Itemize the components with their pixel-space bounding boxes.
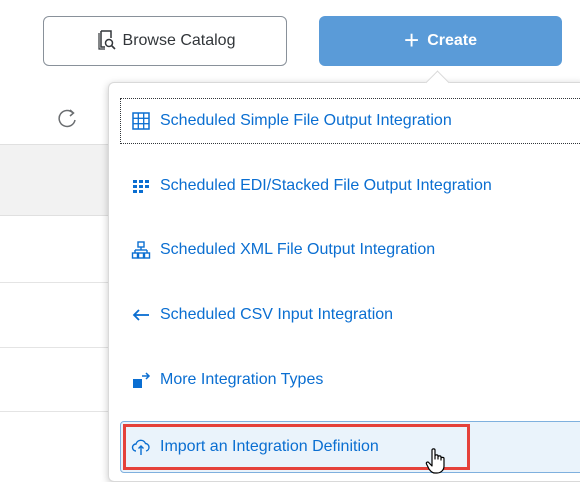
menu-item-xml-file-output[interactable]: Scheduled XML File Output Integration: [120, 227, 580, 273]
create-button[interactable]: + Create: [319, 16, 562, 66]
table-row-divider: [0, 282, 120, 283]
menu-item-label: Scheduled EDI/Stacked File Output Integr…: [160, 177, 492, 194]
menu-item-simple-file-output[interactable]: Scheduled Simple File Output Integration: [120, 98, 580, 144]
xml-hierarchy-icon: [130, 239, 152, 261]
menu-item-label: More Integration Types: [160, 371, 324, 388]
browse-catalog-button[interactable]: Browse Catalog: [43, 16, 287, 66]
menu-item-more-types[interactable]: More Integration Types: [120, 357, 580, 403]
table-row-divider: [0, 411, 120, 412]
arrow-left-icon: [130, 304, 152, 326]
catalog-search-icon: [95, 28, 117, 55]
menu-item-label: Scheduled Simple File Output Integration: [160, 112, 452, 129]
table-row-divider: [0, 347, 120, 348]
menu-item-label: Scheduled CSV Input Integration: [160, 306, 394, 323]
stacked-records-icon: [130, 175, 152, 197]
menu-item-label: Scheduled XML File Output Integration: [160, 241, 436, 258]
plus-icon: +: [404, 24, 420, 55]
menu-item-edi-stacked-output[interactable]: Scheduled EDI/Stacked File Output Integr…: [120, 163, 580, 209]
hand-cursor-icon: [425, 448, 445, 474]
more-types-icon: [130, 369, 152, 391]
highlight-box: [123, 424, 470, 470]
grid-table-icon: [130, 110, 152, 132]
refresh-icon[interactable]: [57, 108, 79, 130]
create-label: Create: [427, 32, 477, 49]
menu-item-csv-input[interactable]: Scheduled CSV Input Integration: [120, 292, 580, 338]
browse-catalog-label: Browse Catalog: [122, 32, 236, 49]
